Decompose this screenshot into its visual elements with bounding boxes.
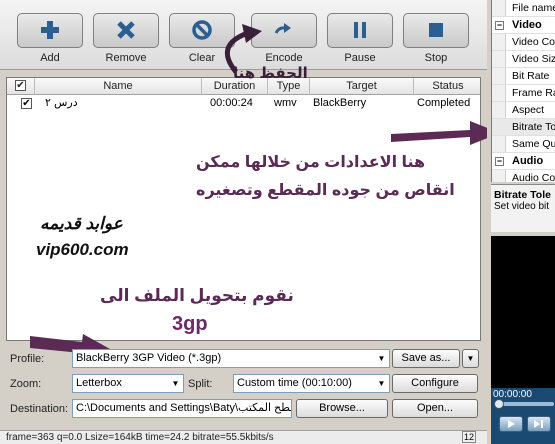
split-label: Split: — [188, 378, 213, 390]
save-as-dropdown[interactable]: ▼ — [462, 349, 479, 368]
video-preview — [491, 236, 555, 388]
browse-button[interactable]: Browse... — [296, 399, 388, 418]
destination-label: Destination: — [10, 403, 69, 415]
zoom-label: Zoom: — [10, 378, 42, 390]
configure-button[interactable]: Configure — [392, 374, 478, 393]
annotation-convert-line1: نقوم بتحويل الملف الى — [100, 286, 294, 305]
collapse-icon[interactable]: − — [495, 21, 504, 30]
annotation-save-here: الحفظ هنا — [233, 65, 308, 82]
property-category-video[interactable]: − Video — [492, 17, 555, 34]
annotation-settings-line2: انقاص من جوده المقطع وتصغيره — [196, 182, 455, 199]
save-as-button[interactable]: Save as... — [392, 349, 460, 368]
category-video-label: Video — [512, 19, 542, 31]
annotation-convert-line2: 3gp — [172, 313, 208, 335]
description-title: Bitrate Tole — [494, 189, 551, 201]
property-same-quality[interactable]: Same Qu — [492, 136, 555, 153]
property-video-size[interactable]: Video Siz — [492, 51, 555, 68]
player-controls: 00:00:00 — [491, 388, 555, 444]
status-bar: frame=363 q=0.0 Lsize=164kB time=24.2 bi… — [0, 430, 487, 444]
zoom-select[interactable]: Letterbox ▼ — [72, 374, 184, 393]
profile-select[interactable]: BlackBerry 3GP Video (*.3gp) ▼ — [72, 349, 390, 368]
status-count: 12 — [462, 431, 476, 443]
play-button[interactable] — [499, 416, 523, 432]
annotation-signature-name: عوابد قديمه — [40, 214, 123, 233]
arrow-to-properties — [391, 121, 500, 145]
zoom-value: Letterbox — [76, 377, 122, 389]
collapse-icon[interactable]: − — [495, 157, 504, 166]
next-icon — [534, 420, 543, 428]
property-file-name[interactable]: File name — [492, 0, 555, 17]
next-button[interactable] — [527, 416, 551, 432]
curved-arrow-head — [242, 24, 262, 43]
property-video-codec[interactable]: Video Co — [492, 34, 555, 51]
property-description: Bitrate Tole Set video bit — [491, 184, 555, 232]
split-value: Custom time (00:10:00) — [237, 377, 352, 389]
property-bit-rate[interactable]: Bit Rate — [492, 68, 555, 85]
property-frame-rate[interactable]: Frame Ra — [492, 85, 555, 102]
open-button[interactable]: Open... — [392, 399, 478, 418]
description-text: Set video bit — [494, 201, 550, 212]
property-bitrate-tolerance[interactable]: Bitrate To — [492, 119, 555, 136]
property-list[interactable]: File name − Video Video Co Video Siz Bit… — [491, 0, 555, 182]
property-category-audio[interactable]: − Audio — [492, 153, 555, 170]
seek-handle[interactable] — [494, 399, 504, 409]
chevron-down-icon[interactable]: ▼ — [374, 350, 389, 367]
chevron-down-icon[interactable]: ▼ — [168, 375, 183, 392]
category-audio-label: Audio — [512, 155, 544, 167]
destination-field[interactable]: C:\Documents and Settings\Baty\سطح المكت… — [72, 399, 292, 418]
play-icon — [508, 420, 515, 428]
chevron-down-icon: ▼ — [466, 354, 475, 363]
property-aspect[interactable]: Aspect — [492, 102, 555, 119]
right-panel: File name − Video Video Co Video Siz Bit… — [487, 0, 555, 444]
property-audio-codec[interactable]: Audio Co — [492, 170, 555, 182]
annotation-settings-line1: هنا الاعدادات من خلالها ممكن — [196, 154, 426, 171]
profile-label: Profile: — [10, 353, 45, 365]
split-select[interactable]: Custom time (00:10:00) ▼ — [233, 374, 390, 393]
annotation-signature-site: vip600.com — [36, 240, 129, 259]
chevron-down-icon[interactable]: ▼ — [374, 375, 389, 392]
profile-value: BlackBerry 3GP Video (*.3gp) — [76, 352, 222, 364]
